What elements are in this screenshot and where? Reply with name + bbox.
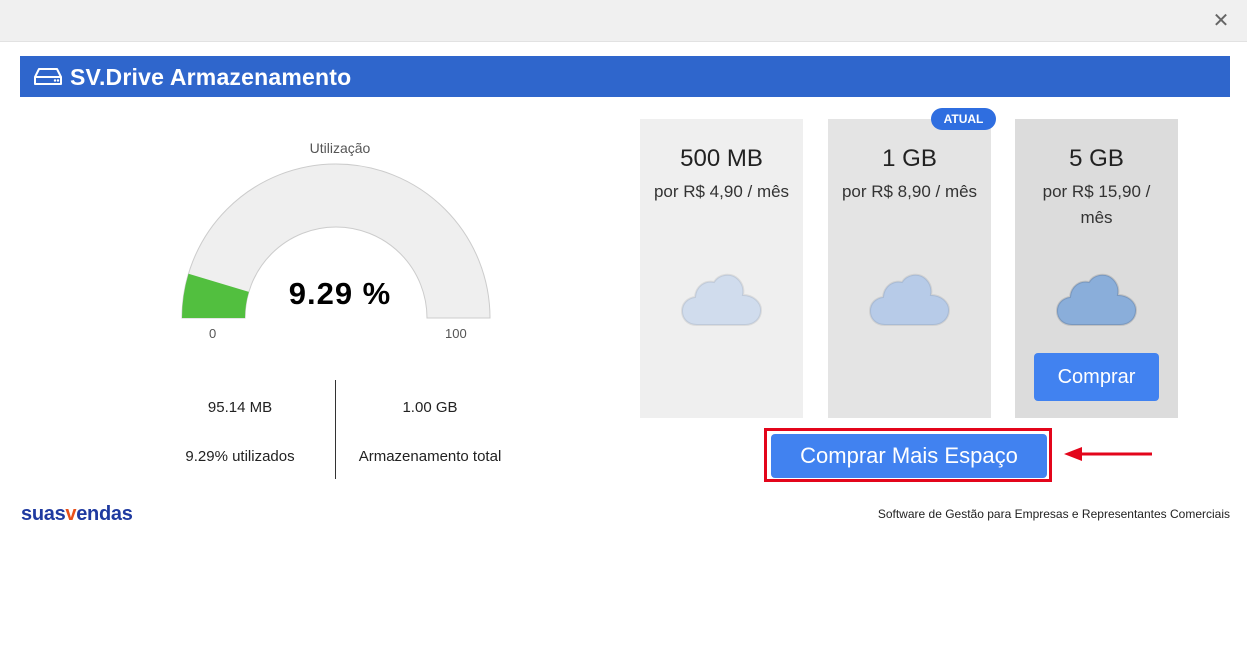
page-title: SV.Drive Armazenamento [70, 64, 352, 90]
gauge-value: 9.29 % [288, 276, 392, 311]
gauge-max-label: 100 [445, 326, 467, 341]
cloud-icon [681, 273, 763, 326]
plan-price: por R$ 4,90 / mês [653, 182, 790, 201]
plan-price: por R$ 8,90 / mês [841, 182, 978, 201]
close-icon[interactable]: ✕ [1209, 9, 1233, 33]
cloud-icon [1056, 273, 1138, 326]
plan-size: 5 GB [1069, 145, 1124, 172]
storage-stats: 95.14 MB 9.29% utilizados 1.00 GB Armaze… [160, 380, 530, 480]
plan-size: 1 GB [882, 145, 937, 172]
drive-icon [34, 68, 62, 85]
title-bar: ✕ [0, 0, 1247, 42]
usage-gauge: Utilização 9.29 % 0 100 [170, 130, 510, 350]
plan-card-500mb[interactable]: 500 MB por R$ 4,90 / mês [640, 119, 803, 418]
page-header: SV.Drive Armazenamento [20, 56, 1230, 97]
buy-5gb-button[interactable]: Comprar [1034, 353, 1159, 401]
stats-divider [335, 380, 336, 479]
logo-text-2: v [65, 503, 77, 525]
plan-card-1gb[interactable]: 1 GB por R$ 8,90 / mês [828, 119, 991, 418]
footer-tagline: Software de Gestão para Empresas e Repre… [877, 507, 1230, 521]
gauge-min-label: 0 [209, 326, 217, 341]
logo-text-1: suas [21, 503, 66, 525]
total-amount: 1.00 GB [402, 399, 458, 416]
suasvendas-logo: suasvendas [21, 503, 133, 526]
plan-price: por R$ 15,90 / mês [1042, 182, 1151, 227]
cloud-icon [869, 273, 951, 326]
buy-more-space-button[interactable]: Comprar Mais Espaço [771, 434, 1047, 478]
current-plan-badge: ATUAL [931, 108, 996, 130]
arrow-left-icon [1064, 447, 1152, 461]
used-amount: 95.14 MB [207, 399, 273, 416]
logo-text-3: endas [76, 503, 133, 525]
used-percent: 9.29% utilizados [185, 448, 295, 465]
plan-size: 500 MB [680, 145, 763, 172]
total-label: Armazenamento total [358, 448, 502, 465]
